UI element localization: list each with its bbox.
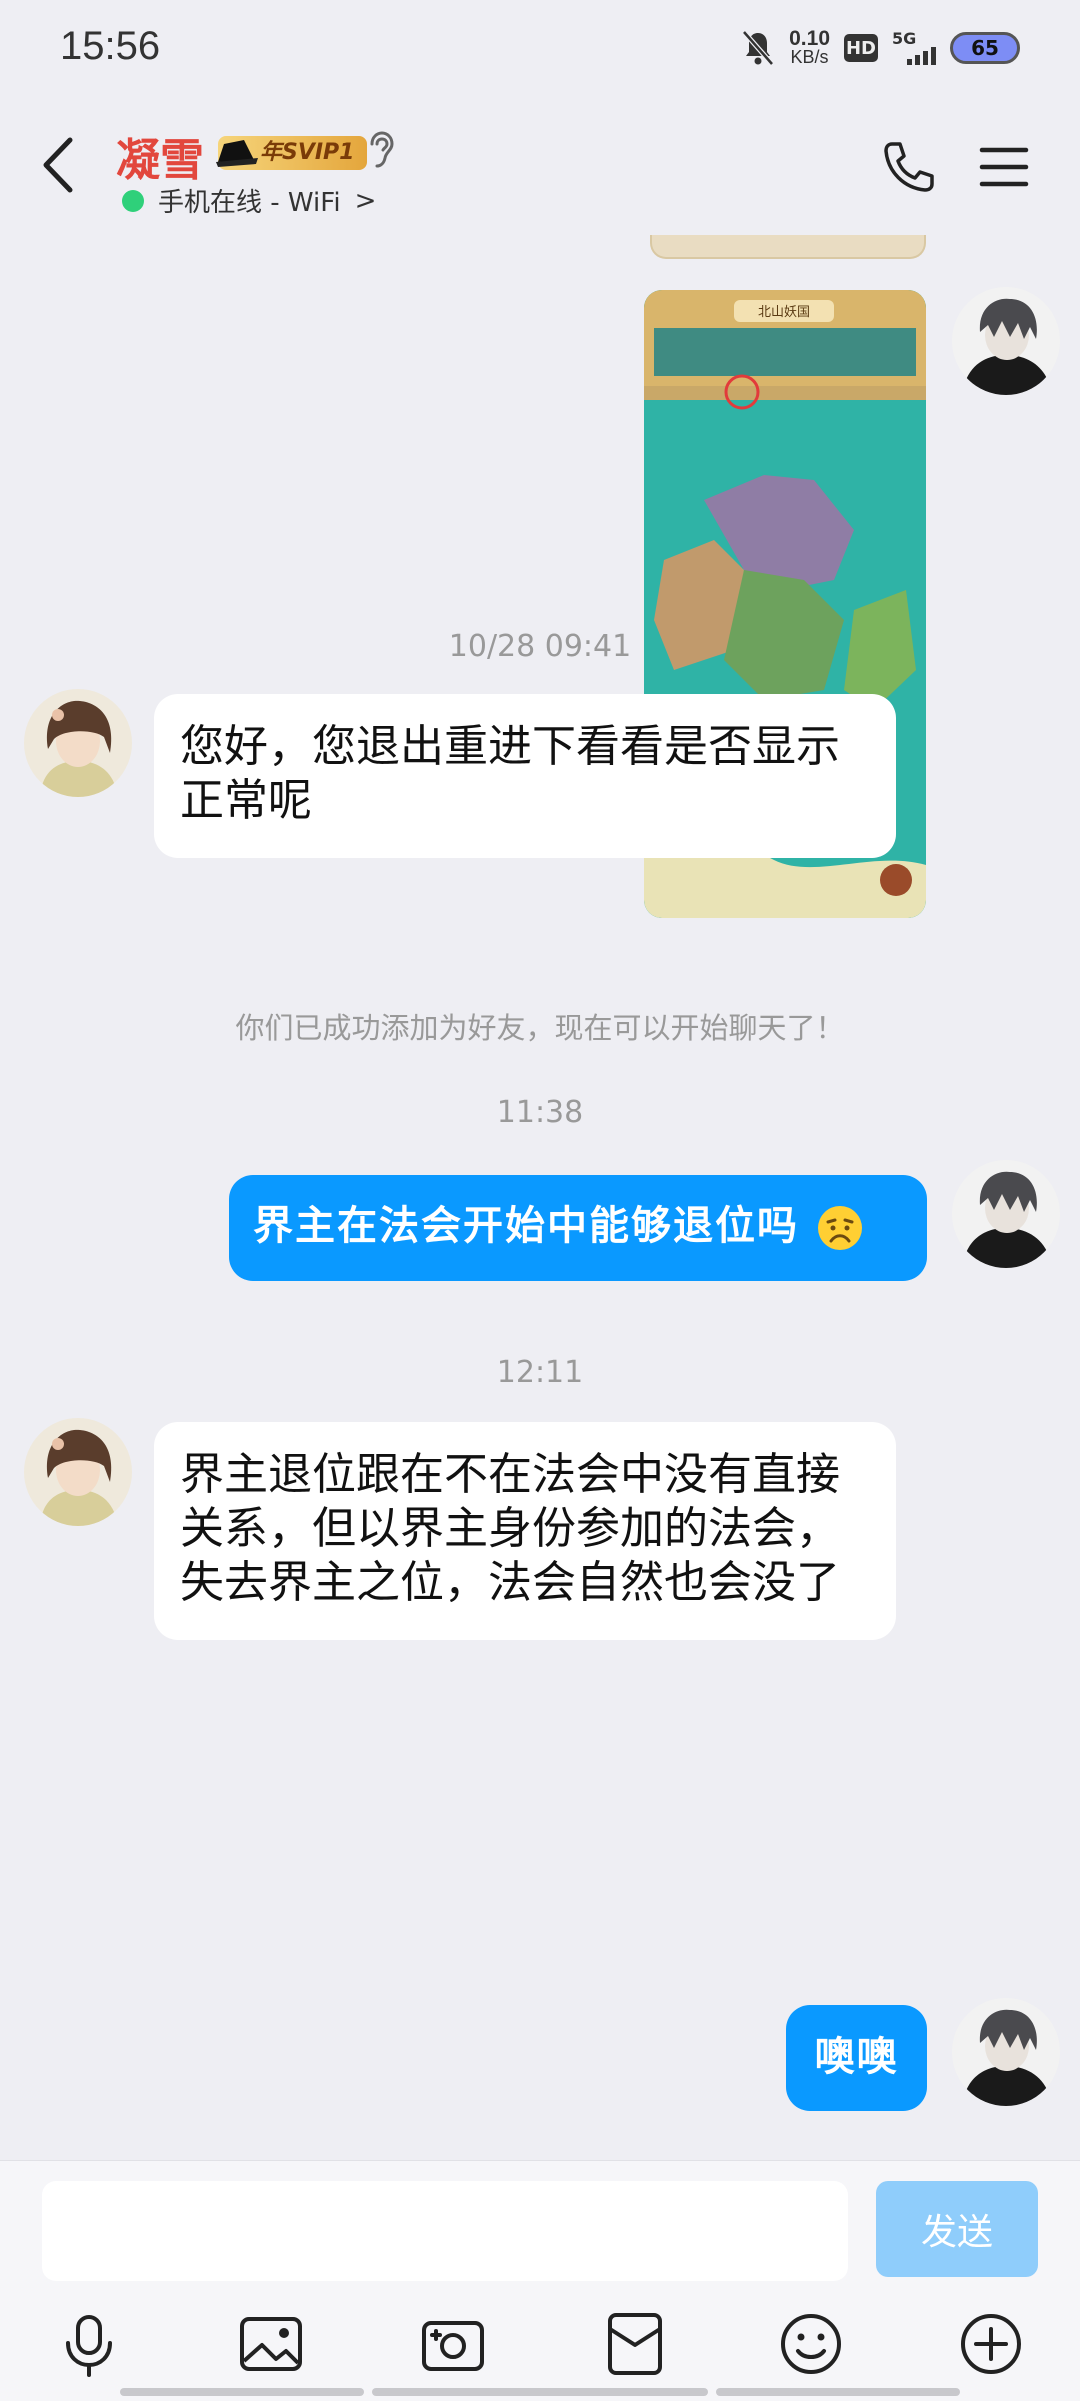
map-title: 北山妖国 xyxy=(758,305,810,320)
back-button[interactable] xyxy=(30,130,90,200)
previous-image-message[interactable] xyxy=(650,235,926,259)
battery-icon: 65 xyxy=(950,32,1020,64)
status-time: 15:56 xyxy=(60,24,161,68)
sad-face-emoji-icon xyxy=(817,1206,862,1250)
network-type: 5G xyxy=(892,29,917,48)
outgoing-message-text: 界主在法会开始中能够退位吗 xyxy=(253,1203,799,1249)
contact-avatar-image xyxy=(24,1418,132,1526)
contact-avatar[interactable] xyxy=(24,689,132,797)
chat-header: 凝雪 年SVIP1 手机在线 - WiFi > xyxy=(0,100,1080,235)
emoji-icon[interactable] xyxy=(776,2309,846,2379)
online-status[interactable]: 手机在线 - WiFi > xyxy=(122,182,376,219)
outgoing-message[interactable]: 界主在法会开始中能够退位吗 xyxy=(229,1175,927,1281)
online-dot-icon xyxy=(122,189,144,212)
send-button[interactable]: 发送 xyxy=(876,2181,1038,2277)
image-icon[interactable] xyxy=(236,2309,306,2379)
incoming-message[interactable]: 界主退位跟在不在法会中没有直接关系，但以界主身份参加的法会，失去界主之位，法会自… xyxy=(154,1422,896,1640)
net-speed-value: 0.10 xyxy=(789,27,830,50)
message-input[interactable] xyxy=(42,2181,848,2281)
self-avatar[interactable] xyxy=(952,287,1060,395)
mute-bell-icon xyxy=(742,30,775,66)
net-speed: 0.10 KB/s xyxy=(789,27,830,67)
timestamp: 12:11 xyxy=(496,1355,584,1390)
net-speed-unit: KB/s xyxy=(790,47,829,67)
composer-toolbar xyxy=(0,2309,1080,2389)
composer: 发送 xyxy=(0,2160,1080,2401)
self-avatar[interactable] xyxy=(952,1998,1060,2106)
signal-icon: 5G xyxy=(892,29,936,65)
status-icons: 0.10 KB/s HD 5G 65 xyxy=(741,28,1020,68)
vip-badge[interactable]: 年SVIP1 xyxy=(216,136,367,170)
red-packet-icon[interactable] xyxy=(600,2309,670,2379)
self-avatar-image xyxy=(952,1160,1060,1268)
outgoing-message[interactable]: 噢噢 xyxy=(786,2005,927,2111)
contact-avatar[interactable] xyxy=(24,1418,132,1526)
self-avatar-image xyxy=(952,1998,1060,2106)
contact-name[interactable]: 凝雪 xyxy=(116,124,204,188)
ear-icon[interactable] xyxy=(366,130,396,170)
nav-indicator xyxy=(120,2388,364,2396)
plus-icon[interactable] xyxy=(956,2309,1026,2379)
timestamp: 11:38 xyxy=(496,1095,584,1130)
self-avatar[interactable] xyxy=(952,1160,1060,1268)
chevron-right-icon: > xyxy=(354,185,377,216)
system-message: 你们已成功添加为好友，现在可以开始聊天了！ xyxy=(235,1011,845,1045)
nav-indicator xyxy=(716,2388,960,2396)
chat-messages[interactable]: 北山妖国 10/28 09:41 您好，您退出重进下看看是否显示正常呢 你们已成… xyxy=(0,235,1080,2160)
phone-call-button[interactable] xyxy=(880,138,938,196)
online-status-text: 手机在线 - WiFi xyxy=(158,188,341,218)
timestamp: 10/28 09:41 xyxy=(448,629,632,664)
self-avatar-image xyxy=(952,287,1060,395)
vip-badge-label: 年SVIP1 xyxy=(260,140,355,165)
status-bar: 15:56 0.10 KB/s HD 5G 65 xyxy=(0,0,1080,100)
hd-icon: HD xyxy=(844,34,878,62)
contact-avatar-image xyxy=(24,689,132,797)
menu-button[interactable] xyxy=(978,144,1030,190)
microphone-icon[interactable] xyxy=(54,2309,124,2379)
incoming-message[interactable]: 您好，您退出重进下看看是否显示正常呢 xyxy=(154,694,896,858)
vip-hat-icon xyxy=(216,140,258,167)
camera-icon[interactable] xyxy=(418,2309,488,2379)
nav-indicator xyxy=(372,2388,708,2396)
